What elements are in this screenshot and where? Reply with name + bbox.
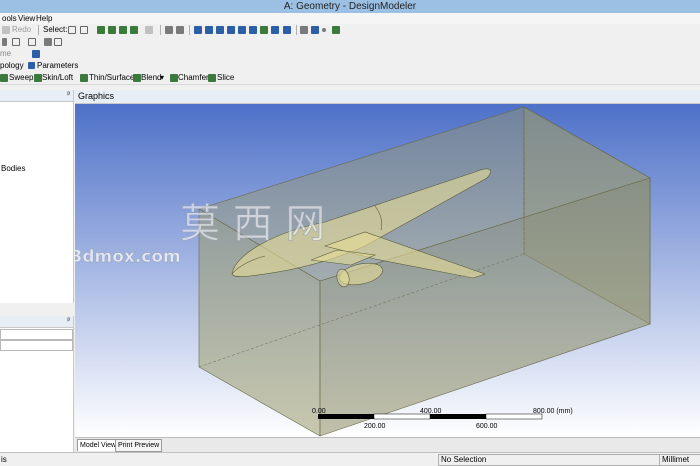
details-panel-header: ᵖ (0, 316, 73, 328)
look-at-plane-icon[interactable] (32, 50, 40, 58)
scale-tick-600: 600.00 (476, 423, 498, 430)
select-label: Select: (43, 25, 68, 34)
blend-dropdown-icon[interactable]: ▾ (160, 73, 164, 82)
menu-bar: ools View Help (0, 13, 700, 24)
dropdown-arrow-icon[interactable] (2, 38, 7, 46)
dot-icon[interactable] (322, 28, 326, 32)
sketch-dropdown-icon[interactable] (54, 38, 62, 46)
select-face-icon[interactable] (119, 26, 127, 34)
tab-print-preview[interactable]: Print Preview (115, 439, 163, 452)
generate-icon[interactable] (44, 38, 52, 46)
graphics-header: Graphics (75, 90, 700, 104)
select-edge-icon[interactable] (108, 26, 116, 34)
toolbar-separator (160, 25, 161, 35)
pan-icon[interactable] (205, 26, 213, 34)
select-body-icon[interactable] (130, 26, 138, 34)
next-view-icon[interactable] (283, 26, 291, 34)
delete-icon[interactable] (165, 26, 173, 34)
status-selection: No Selection (441, 455, 487, 464)
toolbar-separator (296, 25, 297, 35)
tree-item-bodies[interactable]: Bodies (1, 164, 25, 173)
rotate-icon[interactable] (194, 26, 202, 34)
previous-view-icon[interactable] (271, 26, 279, 34)
extend-select-icon[interactable] (145, 26, 153, 34)
new-plane-icon[interactable] (28, 38, 36, 46)
parameters-button[interactable]: Parameters (37, 61, 78, 70)
tree-panel-header: ᵖ (0, 90, 73, 102)
blend-button[interactable]: Blend (141, 73, 161, 82)
chamfer-icon (170, 74, 178, 82)
skin-loft-button[interactable]: Skin/Loft (42, 73, 73, 82)
thin-surface-icon (80, 74, 88, 82)
scale-segment (318, 414, 374, 419)
watermark-url: www.3dmox.com (75, 247, 181, 267)
zoom-box-icon[interactable] (227, 26, 235, 34)
menu-view[interactable]: View (18, 14, 35, 23)
viewport-canvas: 莫 西 网 www.3dmox.com 0.00 400.00 800.00 (… (18, 104, 700, 437)
menu-help[interactable]: Help (36, 14, 52, 23)
details-field[interactable] (0, 340, 73, 351)
hide-icon[interactable] (176, 26, 184, 34)
tree-outline-panel: ᵖ Bodies (0, 90, 74, 303)
window-title: A: Geometry - DesignModeler (283, 1, 417, 12)
pin-icon[interactable]: ᵖ (67, 317, 70, 324)
scale-tick-400: 400.00 (420, 408, 442, 415)
zoom-out-icon[interactable] (249, 26, 257, 34)
status-bar: is No Selection Millimet (0, 452, 700, 466)
zoom-in-icon[interactable] (238, 26, 246, 34)
thin-surface-button[interactable]: Thin/Surface (89, 73, 134, 82)
toolbar-separator (38, 25, 39, 35)
tab-model-view[interactable]: Model View (77, 439, 120, 451)
slice-icon (208, 74, 216, 82)
graphics-title: Graphics (78, 91, 115, 101)
slice-button[interactable]: Slice (217, 73, 234, 82)
sweep-button[interactable]: Sweep (9, 73, 33, 82)
select-mode-icon[interactable] (68, 26, 76, 34)
scale-tick-200: 200.00 (364, 423, 386, 430)
features-toolbar: Sweep Skin/Loft Thin/Surface Blend ▾ Cha… (0, 72, 700, 85)
scale-tick-0: 0.00 (312, 408, 326, 415)
display-mode-icon[interactable] (300, 26, 308, 34)
shaded-view-icon[interactable] (311, 26, 319, 34)
zoom-icon[interactable] (216, 26, 224, 34)
watermark-chinese: 莫 西 网 (180, 201, 325, 247)
topology-button[interactable]: pology (0, 61, 24, 70)
status-message: is (1, 455, 7, 464)
select-point-icon[interactable] (97, 26, 105, 34)
menu-tools[interactable]: ools (2, 14, 17, 23)
scale-tick-800: 800.00 (mm) (533, 408, 573, 415)
parameters-icon (28, 62, 35, 69)
sweep-icon (0, 74, 8, 82)
details-field[interactable] (0, 329, 73, 340)
graphics-viewport[interactable]: 莫 西 网 www.3dmox.com 0.00 400.00 800.00 (… (18, 104, 700, 437)
toolbar-separator (189, 25, 190, 35)
pin-icon[interactable]: ᵖ (67, 91, 70, 98)
look-at-icon[interactable] (332, 26, 340, 34)
new-sketch-icon[interactable] (12, 38, 20, 46)
title-bar: A: Geometry - DesignModeler (0, 0, 700, 13)
undo-icon[interactable] (2, 26, 10, 34)
view-tabs: Model View Print Preview (75, 437, 700, 452)
select-filter-icon[interactable] (80, 26, 88, 34)
details-panel: ᵖ (0, 316, 74, 452)
plane-label: me (0, 49, 12, 58)
status-units[interactable]: Millimet (662, 455, 689, 464)
blend-icon (133, 74, 141, 82)
chamfer-button[interactable]: Chamfer (178, 73, 209, 82)
redo-label[interactable]: Redo (12, 25, 31, 34)
zoom-fit-icon[interactable] (260, 26, 268, 34)
skin-loft-icon (34, 74, 42, 82)
